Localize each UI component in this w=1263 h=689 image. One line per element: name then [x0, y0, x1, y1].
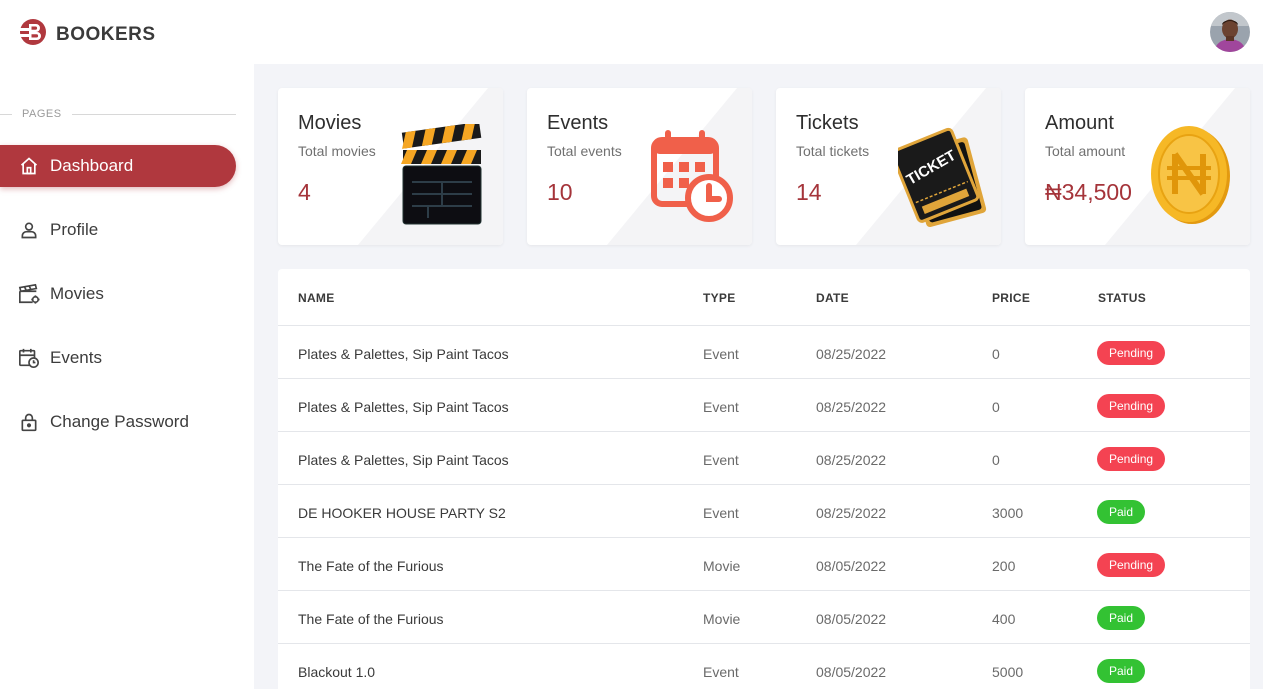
- sidebar-item-label: Movies: [50, 284, 104, 303]
- cell-name: The Fate of the Furious: [298, 611, 444, 627]
- cell-price: 5000: [992, 664, 1024, 680]
- cell-name: Plates & Palettes, Sip Paint Tacos: [298, 399, 509, 415]
- cell-price: 0: [992, 452, 1000, 468]
- sidebar-item-profile[interactable]: Profile: [0, 209, 236, 251]
- stat-title: Amount: [1045, 112, 1114, 134]
- sidebar: PAGES Dashboard Profile Movies Events Ch…: [0, 64, 254, 689]
- stat-card-tickets[interactable]: Tickets Total tickets 14 TICKET: [776, 88, 1001, 245]
- sidebar-item-events[interactable]: Events: [0, 337, 236, 379]
- lock-icon: [18, 411, 40, 433]
- table-header: NAME TYPE DATE PRICE STATUS: [278, 269, 1250, 326]
- cell-price: 3000: [992, 505, 1024, 521]
- stat-card-events[interactable]: Events Total events 10: [527, 88, 752, 245]
- cell-type: Event: [703, 664, 739, 680]
- status-badge: Paid: [1097, 659, 1146, 683]
- cell-price: 200: [992, 558, 1016, 574]
- cell-type: Movie: [703, 611, 741, 627]
- status-badge: Pending: [1097, 394, 1166, 418]
- stat-subtitle: Total events: [547, 143, 622, 159]
- pages-section-label: PAGES: [0, 108, 236, 120]
- cell-date: 08/25/2022: [816, 399, 887, 415]
- cell-type: Movie: [703, 558, 741, 574]
- cell-date: 08/05/2022: [816, 611, 887, 627]
- brand[interactable]: BOOKERS: [18, 17, 156, 52]
- cell-date: 08/25/2022: [816, 346, 887, 362]
- sidebar-item-label: Profile: [50, 220, 99, 239]
- cell-price: 0: [992, 346, 1000, 362]
- table-row[interactable]: The Fate of the Furious Movie 08/05/2022…: [278, 538, 1250, 591]
- top-bar: BOOKERS: [0, 0, 1263, 64]
- cell-type: Event: [703, 452, 739, 468]
- sidebar-item-change-password[interactable]: Change Password: [0, 401, 236, 443]
- table-row[interactable]: The Fate of the Furious Movie 08/05/2022…: [278, 591, 1250, 644]
- stat-subtitle: Total tickets: [796, 143, 870, 159]
- transactions-table: NAME TYPE DATE PRICE STATUS Plates & Pal…: [278, 269, 1250, 689]
- stat-title: Tickets: [796, 112, 859, 134]
- stat-value: ₦34,500: [1045, 179, 1132, 205]
- cell-price: 0: [992, 399, 1000, 415]
- table-row[interactable]: DE HOOKER HOUSE PARTY S2 Event 08/25/202…: [278, 485, 1250, 538]
- clapperboard-art: [398, 121, 484, 233]
- column-header-price[interactable]: PRICE: [992, 291, 1030, 305]
- sidebar-item-label: Dashboard: [50, 156, 134, 175]
- table-row[interactable]: Plates & Palettes, Sip Paint Tacos Event…: [278, 379, 1250, 432]
- cell-price: 400: [992, 611, 1016, 627]
- cell-type: Event: [703, 399, 739, 415]
- cell-date: 08/05/2022: [816, 558, 887, 574]
- cell-name: Plates & Palettes, Sip Paint Tacos: [298, 452, 509, 468]
- naira-coin-art: [1147, 124, 1233, 231]
- table-row[interactable]: Blackout 1.0 Event 08/05/2022 5000 Paid: [278, 644, 1250, 689]
- person-icon: [18, 219, 40, 241]
- status-badge: Pending: [1097, 553, 1166, 577]
- cell-name: The Fate of the Furious: [298, 558, 444, 574]
- column-header-date[interactable]: DATE: [816, 291, 849, 305]
- section-label: PAGES: [22, 108, 62, 120]
- cell-date: 08/05/2022: [816, 664, 887, 680]
- cell-name: Plates & Palettes, Sip Paint Tacos: [298, 346, 509, 362]
- status-badge: Pending: [1097, 447, 1166, 471]
- stat-subtitle: Total movies: [298, 143, 376, 159]
- stat-value: 10: [547, 179, 573, 205]
- cell-name: Blackout 1.0: [298, 664, 376, 680]
- cell-date: 08/25/2022: [816, 452, 887, 468]
- status-badge: Pending: [1097, 341, 1166, 365]
- status-badge: Paid: [1097, 606, 1146, 630]
- ticket-art: TICKET: [890, 122, 988, 233]
- column-header-status[interactable]: STATUS: [1098, 291, 1146, 305]
- stat-card-amount[interactable]: Amount Total amount ₦34,500: [1025, 88, 1250, 245]
- main-content: Movies Total movies 4 Events Total event…: [254, 64, 1263, 689]
- brand-name: BOOKERS: [56, 23, 156, 45]
- calendar-clock-icon: [18, 347, 40, 369]
- stat-card-movies[interactable]: Movies Total movies 4: [278, 88, 503, 245]
- status-badge: Paid: [1097, 500, 1146, 524]
- calendar-clock-art: [651, 126, 735, 231]
- home-icon: [18, 155, 40, 177]
- clapperboard-icon: [18, 283, 40, 305]
- column-header-name[interactable]: NAME: [298, 291, 335, 305]
- cell-date: 08/25/2022: [816, 505, 887, 521]
- column-header-type[interactable]: TYPE: [703, 291, 736, 305]
- cell-name: DE HOOKER HOUSE PARTY S2: [298, 505, 506, 521]
- stat-title: Movies: [298, 112, 362, 134]
- sidebar-item-label: Change Password: [50, 412, 189, 431]
- stat-value: 14: [796, 179, 822, 205]
- table-row[interactable]: Plates & Palettes, Sip Paint Tacos Event…: [278, 326, 1250, 379]
- cell-type: Event: [703, 505, 739, 521]
- stat-value: 4: [298, 179, 311, 205]
- bookers-logo-icon: [18, 17, 48, 52]
- sidebar-item-dashboard[interactable]: Dashboard: [0, 145, 236, 187]
- stat-title: Events: [547, 112, 609, 134]
- sidebar-item-movies[interactable]: Movies: [0, 273, 236, 315]
- table-row[interactable]: Plates & Palettes, Sip Paint Tacos Event…: [278, 432, 1250, 485]
- sidebar-item-label: Events: [50, 348, 102, 367]
- stat-subtitle: Total amount: [1045, 143, 1126, 159]
- cell-type: Event: [703, 346, 739, 362]
- user-avatar[interactable]: [1210, 12, 1250, 52]
